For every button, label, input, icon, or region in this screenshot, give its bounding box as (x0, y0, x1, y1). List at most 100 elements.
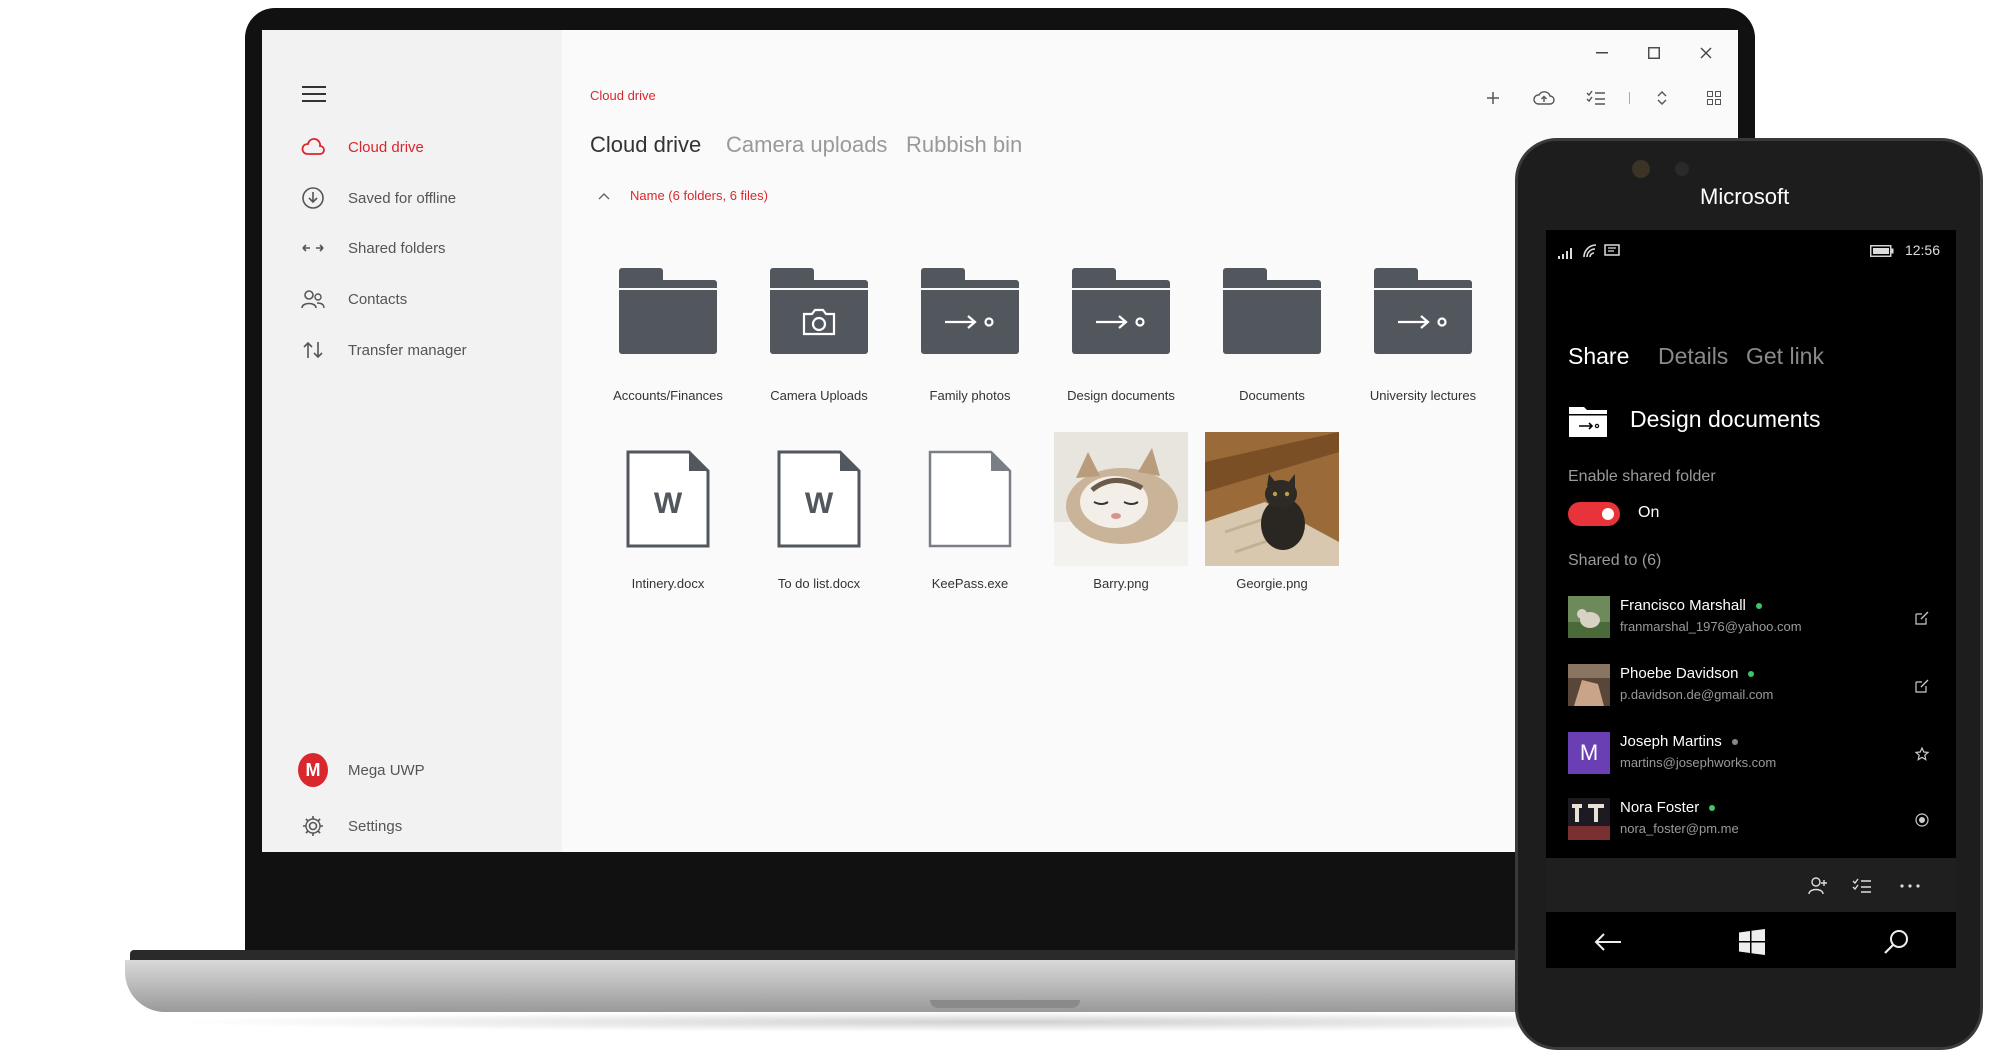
sidebar-item-label: Saved for offline (348, 189, 457, 207)
folder-item[interactable]: Accounts/Finances (593, 246, 743, 403)
folder-label: Camera Uploads (770, 388, 868, 403)
sidebar-item-label: Transfer manager (348, 341, 467, 359)
back-arrow-icon[interactable] (1592, 926, 1624, 958)
camera-folder-icon (770, 268, 868, 354)
hamburger-menu-icon[interactable] (302, 86, 326, 104)
toolbar-separator (1614, 82, 1646, 114)
minimize-button[interactable] (1582, 38, 1622, 68)
contact-name: Joseph Martins (1620, 733, 1738, 750)
download-circle-icon (298, 183, 328, 213)
sensor (1675, 162, 1689, 176)
shared-folder-icon (1374, 268, 1472, 354)
tab-rubbish-bin[interactable]: Rubbish bin (906, 132, 1022, 158)
shared-to-label: Shared to (6) (1568, 552, 1662, 569)
file-item[interactable]: Barry.png (1046, 432, 1196, 591)
tab-camera-uploads[interactable]: Camera uploads (726, 132, 887, 158)
folder-item[interactable]: University lectures (1348, 246, 1498, 403)
settings-label: Settings (348, 817, 403, 835)
sidebar-item-transfer-manager[interactable]: Transfer manager (298, 335, 467, 365)
contact-email: p.davidson.de@gmail.com (1620, 687, 1774, 702)
online-status-dot (1755, 603, 1762, 610)
file-label: To do list.docx (777, 576, 861, 591)
folder-item[interactable]: Family photos (895, 246, 1045, 403)
sidebar-item-cloud-drive[interactable]: Cloud drive (298, 132, 424, 162)
tab-share[interactable]: Share (1568, 343, 1629, 370)
sidebar-item-settings[interactable]: Settings (298, 811, 402, 841)
gear-icon (298, 811, 328, 841)
upload-icon[interactable] (1528, 82, 1560, 114)
add-contact-icon[interactable] (1804, 872, 1832, 900)
sort-icon[interactable] (1646, 82, 1678, 114)
folder-item[interactable]: Documents (1197, 246, 1347, 403)
contact-name: Nora Foster (1620, 799, 1716, 816)
avatar-initial: M (1568, 732, 1610, 774)
shared-folder-icon (921, 268, 1019, 354)
contact-row[interactable]: Nora Foster nora_foster@pm.me (1568, 798, 1938, 844)
more-icon[interactable] (1896, 872, 1924, 900)
away-status-dot (1731, 739, 1738, 746)
folder-icon (1223, 268, 1321, 354)
maximize-button[interactable] (1634, 38, 1674, 68)
multi-select-icon[interactable] (1580, 82, 1612, 114)
wifi-icon (1582, 244, 1598, 263)
folder-item[interactable]: Design documents (1046, 246, 1196, 403)
folder-item[interactable]: Camera Uploads (744, 246, 894, 403)
word-glyph: W (805, 487, 834, 520)
grid-view-icon[interactable] (1698, 82, 1730, 114)
online-status-dot (1709, 805, 1716, 812)
phone-status-bar: 12:56 (1546, 230, 1956, 318)
avatar-initial: M (298, 753, 328, 787)
transfer-icon (298, 335, 328, 365)
battery-icon (1870, 244, 1894, 262)
word-glyph: W (654, 487, 683, 520)
folder-label: Family photos (929, 388, 1011, 403)
contact-row[interactable]: Phoebe Davidson p.davidson.de@gmail.com (1568, 664, 1938, 710)
edit-icon[interactable] (1910, 674, 1934, 698)
sidebar-item-label: Shared folders (348, 239, 446, 257)
folder-label: University lectures (1369, 388, 1477, 403)
phone-app-screen: Share Details Get link Design documents … (1546, 318, 1956, 968)
account-item[interactable]: M Mega UWP (298, 753, 425, 787)
contact-row[interactable]: Francisco Marshall franmarshal_1976@yaho… (1568, 596, 1938, 642)
search-icon[interactable] (1880, 926, 1912, 958)
sidebar-item-saved-offline[interactable]: Saved for offline (298, 183, 456, 213)
contact-email: martins@josephworks.com (1620, 755, 1777, 770)
sort-row[interactable]: Name (6 folders, 6 files) (598, 188, 768, 203)
close-button[interactable] (1686, 38, 1726, 68)
enable-shared-label: Enable shared folder (1568, 468, 1716, 485)
file-label: Intinery.docx (631, 576, 705, 591)
account-label: Mega UWP (348, 761, 425, 779)
file-item[interactable]: W To do list.docx (744, 434, 894, 591)
tab-details[interactable]: Details (1658, 343, 1728, 370)
message-icon (1604, 244, 1620, 263)
arrows-left-right-icon (298, 233, 328, 263)
file-label: KeePass.exe (931, 576, 1009, 591)
add-button[interactable] (1477, 82, 1509, 114)
online-status-dot (1748, 671, 1755, 678)
folder-label: Accounts/Finances (613, 388, 723, 403)
contact-row[interactable]: M Joseph Martins martins@josephworks.com (1568, 732, 1938, 778)
front-camera (1632, 160, 1650, 178)
avatar (1568, 664, 1610, 706)
windows-start-icon[interactable] (1736, 926, 1768, 958)
cat-photo-thumbnail (1054, 432, 1188, 566)
avatar (1568, 798, 1610, 840)
multi-select-icon[interactable] (1848, 872, 1876, 900)
contacts-icon (298, 284, 328, 314)
star-icon[interactable] (1910, 742, 1934, 766)
sidebar-item-contacts[interactable]: Contacts (298, 284, 407, 314)
edit-icon[interactable] (1910, 606, 1934, 630)
sidebar-item-shared-folders[interactable]: Shared folders (298, 233, 446, 263)
word-file-icon: W (626, 450, 710, 548)
phone-app-bar (1546, 858, 1956, 912)
file-item[interactable]: Georgie.png (1197, 432, 1347, 591)
radio-icon[interactable] (1910, 808, 1934, 832)
sidebar-item-label: Cloud drive (348, 138, 424, 156)
file-item[interactable]: W Intinery.docx (593, 434, 743, 591)
tab-get-link[interactable]: Get link (1746, 343, 1824, 370)
breadcrumb: Cloud drive (590, 88, 656, 103)
tab-cloud-drive[interactable]: Cloud drive (590, 132, 701, 158)
file-item[interactable]: KeePass.exe (895, 434, 1045, 591)
shared-folder-toggle[interactable] (1568, 502, 1620, 526)
shared-folder-icon (1072, 268, 1170, 354)
